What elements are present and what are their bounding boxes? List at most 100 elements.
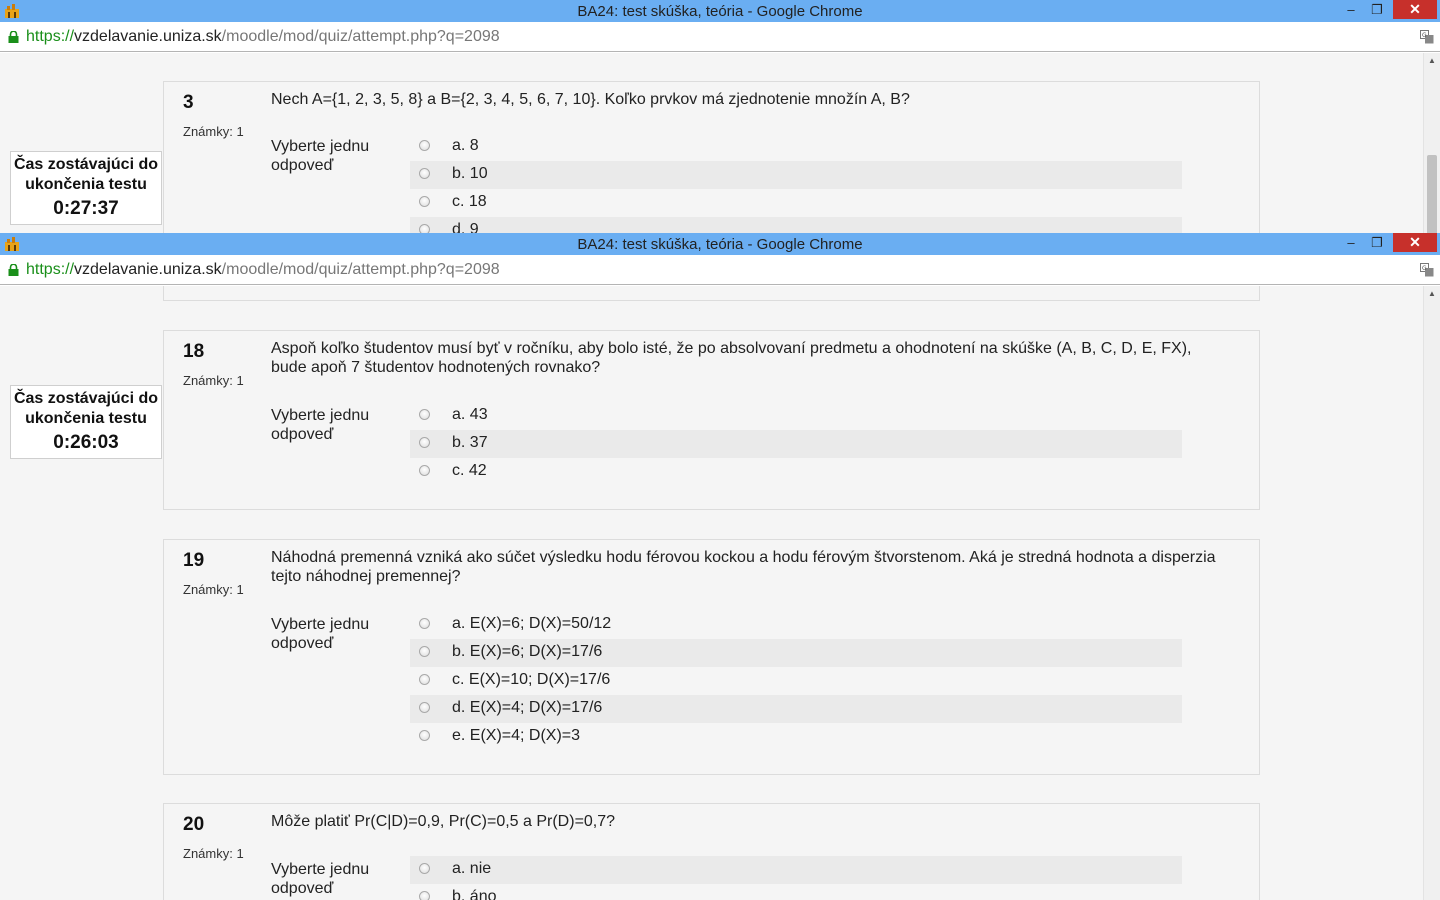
- prompt-line2: odpoveď: [271, 157, 334, 174]
- radio-button[interactable]: [419, 168, 430, 179]
- answer-prompt: Vyberte jednu odpoveď: [271, 137, 401, 175]
- url-path: /moodle/mod/quiz/attempt.php?q=2098: [221, 28, 500, 45]
- answer-label[interactable]: c. 18: [452, 193, 487, 211]
- address-bar[interactable]: https://vzdelavanie.uniza.sk/moodle/mod/…: [0, 22, 1440, 52]
- answer-label[interactable]: c. 42: [452, 462, 487, 480]
- lock-icon: [8, 31, 19, 43]
- quiz-timer: Čas zostávajúci do ukončenia testu 0:26:…: [10, 385, 162, 459]
- svg-text:G: G: [1422, 32, 1427, 39]
- lock-icon: [8, 264, 19, 276]
- prompt-line2: odpoveď: [271, 880, 334, 897]
- maximize-button[interactable]: ❐: [1366, 233, 1388, 252]
- browser-window-bottom: BA24: test skúška, teória - Google Chrom…: [0, 233, 1440, 900]
- timer-value: 0:26:03: [53, 432, 119, 453]
- radio-button[interactable]: [419, 196, 430, 207]
- prompt-line2: odpoveď: [271, 635, 334, 652]
- translate-icon[interactable]: G: [1420, 30, 1434, 44]
- radio-button[interactable]: [419, 465, 430, 476]
- maximize-button[interactable]: ❐: [1366, 0, 1388, 19]
- answer-option[interactable]: b. 37: [410, 430, 1182, 458]
- answer-list: a. E(X)=6; D(X)=50/12 b. E(X)=6; D(X)=17…: [410, 611, 1182, 751]
- scroll-up-arrow-icon[interactable]: ▲: [1424, 286, 1440, 300]
- radio-button[interactable]: [419, 409, 430, 420]
- minimize-button[interactable]: ‒: [1340, 233, 1362, 252]
- url-scheme: https://: [26, 261, 75, 278]
- answer-list: a. 43 b. 37 c. 42: [410, 402, 1182, 486]
- answer-list: a. 8 b. 10 c. 18 d. 9: [410, 133, 1182, 233]
- question-3: 3 Známky: 1 Nech A={1, 2, 3, 5, 8} a B={…: [163, 81, 1260, 233]
- answer-option[interactable]: a. nie: [410, 856, 1182, 884]
- question-info: 18 Známky: 1: [183, 341, 263, 388]
- question-text: Aspoň koľko študentov musí byť v ročníku…: [271, 340, 1192, 376]
- question-marks: Známky: 1: [183, 846, 244, 861]
- question-number: 18: [183, 341, 205, 362]
- url-path: /moodle/mod/quiz/attempt.php?q=2098: [221, 261, 500, 278]
- answer-label[interactable]: b. E(X)=6; D(X)=17/6: [452, 643, 602, 661]
- question-marks: Známky: 1: [183, 582, 244, 597]
- answer-option[interactable]: d. E(X)=4; D(X)=17/6: [410, 695, 1182, 723]
- answer-label[interactable]: d. E(X)=4; D(X)=17/6: [452, 699, 602, 717]
- question-marks: Známky: 1: [183, 373, 244, 388]
- radio-button[interactable]: [419, 618, 430, 629]
- answer-option[interactable]: c. 18: [410, 189, 1182, 217]
- window-title: BA24: test skúška, teória - Google Chrom…: [577, 236, 863, 253]
- url-text[interactable]: https://vzdelavanie.uniza.sk/moodle/mod/…: [26, 28, 500, 46]
- radio-button[interactable]: [419, 140, 430, 151]
- translate-icon[interactable]: G: [1420, 263, 1434, 277]
- radio-button[interactable]: [419, 730, 430, 741]
- answer-label[interactable]: b. 37: [452, 434, 488, 452]
- radio-button[interactable]: [419, 646, 430, 657]
- answer-option[interactable]: a. 43: [410, 402, 1182, 430]
- url-scheme: https://: [26, 28, 75, 45]
- answer-label[interactable]: c. E(X)=10; D(X)=17/6: [452, 671, 610, 689]
- answer-label[interactable]: b. áno: [452, 888, 496, 900]
- url-text[interactable]: https://vzdelavanie.uniza.sk/moodle/mod/…: [26, 261, 500, 279]
- question-number: 19: [183, 550, 205, 571]
- question-text: Náhodná premenná vzniká ako súčet výsled…: [271, 549, 1216, 585]
- question-number: 3: [183, 92, 194, 113]
- question-20: 20 Známky: 1 Môže platiť Pr(C|D)=0,9, Pr…: [163, 803, 1260, 900]
- answer-prompt: Vyberte jednu odpoveď: [271, 860, 401, 898]
- radio-button[interactable]: [419, 224, 430, 233]
- close-button[interactable]: ✕: [1393, 0, 1437, 19]
- answer-label[interactable]: e. E(X)=4; D(X)=3: [452, 727, 580, 745]
- vertical-scrollbar[interactable]: ▲: [1423, 53, 1440, 233]
- radio-button[interactable]: [419, 863, 430, 874]
- answer-label[interactable]: d. 9: [452, 221, 479, 233]
- prompt-line2: odpoveď: [271, 426, 334, 443]
- url-host: vzdelavanie.uniza.sk: [74, 28, 222, 45]
- close-button[interactable]: ✕: [1393, 233, 1437, 252]
- vertical-scrollbar[interactable]: ▲: [1423, 286, 1440, 900]
- minimize-button[interactable]: ‒: [1340, 0, 1362, 19]
- answer-option[interactable]: a. E(X)=6; D(X)=50/12: [410, 611, 1182, 639]
- answer-option[interactable]: e. E(X)=4; D(X)=3: [410, 723, 1182, 751]
- question-number: 20: [183, 814, 205, 835]
- prompt-line1: Vyberte jednu: [271, 861, 370, 878]
- answer-option[interactable]: c. E(X)=10; D(X)=17/6: [410, 667, 1182, 695]
- address-bar[interactable]: https://vzdelavanie.uniza.sk/moodle/mod/…: [0, 255, 1440, 285]
- answer-label[interactable]: a. nie: [452, 860, 491, 878]
- answer-option[interactable]: b. E(X)=6; D(X)=17/6: [410, 639, 1182, 667]
- browser-window-top: BA24: test skúška, teória - Google Chrom…: [0, 0, 1440, 233]
- answer-label[interactable]: b. 10: [452, 165, 488, 183]
- radio-button[interactable]: [419, 702, 430, 713]
- quiz-timer: Čas zostávajúci do ukončenia testu 0:27:…: [10, 151, 162, 225]
- question-marks: Známky: 1: [183, 124, 244, 139]
- answer-option[interactable]: b. áno: [410, 884, 1182, 900]
- answer-option[interactable]: d. 9: [410, 217, 1182, 233]
- radio-button[interactable]: [419, 674, 430, 685]
- radio-button[interactable]: [419, 891, 430, 900]
- answer-label[interactable]: a. 43: [452, 406, 488, 424]
- answer-label[interactable]: a. 8: [452, 137, 479, 155]
- answer-option[interactable]: b. 10: [410, 161, 1182, 189]
- answer-option[interactable]: a. 8: [410, 133, 1182, 161]
- title-bar[interactable]: BA24: test skúška, teória - Google Chrom…: [0, 233, 1440, 255]
- window-title: BA24: test skúška, teória - Google Chrom…: [577, 3, 863, 20]
- answer-label[interactable]: a. E(X)=6; D(X)=50/12: [452, 615, 611, 633]
- scroll-thumb[interactable]: [1427, 155, 1437, 233]
- answer-option[interactable]: c. 42: [410, 458, 1182, 486]
- timer-label-line1: Čas zostávajúci do: [13, 390, 159, 407]
- radio-button[interactable]: [419, 437, 430, 448]
- title-bar[interactable]: BA24: test skúška, teória - Google Chrom…: [0, 0, 1440, 22]
- scroll-up-arrow-icon[interactable]: ▲: [1424, 53, 1440, 67]
